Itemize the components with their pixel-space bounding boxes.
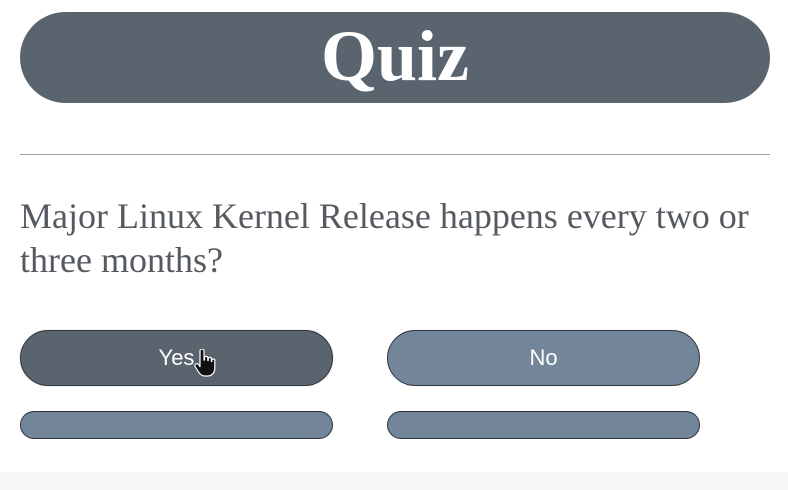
- page-title: Quiz: [320, 15, 469, 96]
- quiz-title-banner: Quiz: [20, 12, 770, 103]
- divider: [20, 154, 770, 155]
- no-button-label: No: [529, 345, 558, 370]
- yes-button-label: Yes: [158, 345, 195, 370]
- bottom-strip: [0, 472, 788, 490]
- no-button[interactable]: No: [387, 330, 700, 386]
- yes-button[interactable]: Yes: [20, 330, 333, 386]
- no-result-bar: [387, 411, 700, 439]
- yes-result-bar: [20, 411, 333, 439]
- question-text: Major Linux Kernel Release happens every…: [20, 196, 749, 280]
